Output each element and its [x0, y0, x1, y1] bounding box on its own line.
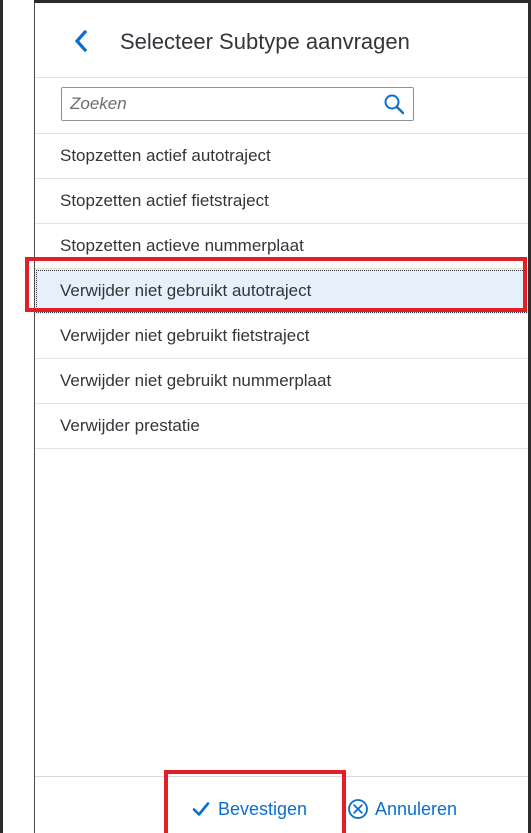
dialog-title: Selecteer Subtype aanvragen: [120, 29, 410, 54]
search-icon[interactable]: [383, 93, 405, 115]
list-item[interactable]: Verwijder niet gebruikt fietstraject: [35, 314, 528, 359]
list-item[interactable]: Stopzetten actieve nummerplaat: [35, 224, 528, 269]
screenshot-frame: Selecteer Subtype aanvragen Stopzetten a…: [0, 0, 531, 833]
list-item[interactable]: Verwijder prestatie: [35, 404, 528, 449]
list-item-selected[interactable]: Verwijder niet gebruikt autotraject: [35, 269, 528, 314]
circle-x-icon: [348, 799, 368, 819]
dialog-header: Selecteer Subtype aanvragen: [35, 3, 528, 78]
list-item-label: Stopzetten actief fietstraject: [60, 191, 269, 210]
search-field[interactable]: [61, 87, 414, 121]
chevron-left-icon: [74, 30, 88, 52]
back-button[interactable]: [69, 26, 93, 56]
list-item[interactable]: Stopzetten actief fietstraject: [35, 179, 528, 224]
cancel-button-label: Annuleren: [375, 798, 458, 819]
confirm-button[interactable]: Bevestigen: [182, 791, 317, 827]
search-input[interactable]: [70, 88, 370, 120]
list-item-label: Verwijder niet gebruikt nummerplaat: [60, 371, 332, 390]
select-subtype-dialog: Selecteer Subtype aanvragen Stopzetten a…: [35, 3, 528, 833]
subtype-list: Stopzetten actief autotraject Stopzetten…: [35, 133, 528, 449]
list-item-label: Verwijder niet gebruikt fietstraject: [60, 326, 310, 345]
list-item[interactable]: Verwijder niet gebruikt nummerplaat: [35, 359, 528, 404]
confirm-button-label: Bevestigen: [218, 798, 308, 819]
list-item[interactable]: Stopzetten actief autotraject: [35, 134, 528, 179]
list-item-label: Verwijder niet gebruikt autotraject: [60, 281, 312, 300]
list-item-label: Stopzetten actieve nummerplaat: [60, 236, 304, 255]
list-item-label: Verwijder prestatie: [60, 416, 200, 435]
checkmark-icon: [192, 802, 210, 816]
frame-left-margin: [0, 0, 34, 833]
list-item-label: Stopzetten actief autotraject: [60, 146, 271, 165]
cancel-button[interactable]: Annuleren: [341, 791, 463, 827]
dialog-footer: Bevestigen Annuleren: [35, 776, 528, 833]
